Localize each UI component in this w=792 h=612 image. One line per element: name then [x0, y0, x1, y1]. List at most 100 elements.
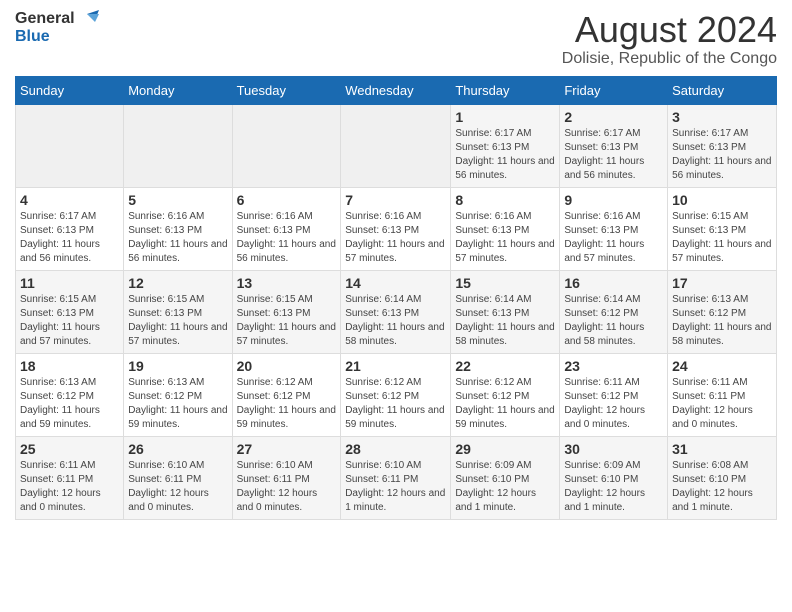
day-number: 24	[672, 358, 772, 374]
day-info: Sunrise: 6:10 AM Sunset: 6:11 PM Dayligh…	[237, 459, 337, 515]
day-info: Sunrise: 6:14 AM Sunset: 6:12 PM Dayligh…	[564, 293, 663, 349]
calendar-cell: 28Sunrise: 6:10 AM Sunset: 6:11 PM Dayli…	[341, 436, 451, 519]
day-info: Sunrise: 6:13 AM Sunset: 6:12 PM Dayligh…	[672, 293, 772, 349]
calendar-week-row: 25Sunrise: 6:11 AM Sunset: 6:11 PM Dayli…	[16, 436, 777, 519]
header-saturday: Saturday	[668, 76, 777, 104]
calendar-week-row: 1 Sunrise: 6:17 AM Sunset: 6:13 PM Daylig…	[16, 104, 777, 187]
logo: General Blue	[15, 10, 99, 46]
day-info: Sunrise: 6:17 AM Sunset: 6:13 PM Dayligh…	[455, 127, 555, 183]
calendar-cell: 8 Sunrise: 6:16 AM Sunset: 6:13 PM Daylig…	[451, 187, 560, 270]
calendar-cell: 1 Sunrise: 6:17 AM Sunset: 6:13 PM Daylig…	[451, 104, 560, 187]
calendar-cell: 6Sunrise: 6:16 AM Sunset: 6:13 PM Daylig…	[232, 187, 341, 270]
calendar-cell: 23 Sunrise: 6:11 AM Sunset: 6:12 PM Dayli…	[560, 353, 668, 436]
day-number: 3	[672, 109, 772, 125]
title-section: August 2024 Dolisie, Republic of the Con…	[562, 10, 777, 68]
logo-general: General	[15, 10, 75, 28]
day-number: 28	[345, 441, 446, 457]
calendar-cell: 2 Sunrise: 6:17 AM Sunset: 6:13 PM Daylig…	[560, 104, 668, 187]
calendar-cell: 21Sunrise: 6:12 AM Sunset: 6:12 PM Dayli…	[341, 353, 451, 436]
day-number: 23	[564, 358, 663, 374]
calendar-cell: 27 Sunrise: 6:10 AM Sunset: 6:11 PM Dayli…	[232, 436, 341, 519]
calendar-cell: 11Sunrise: 6:15 AM Sunset: 6:13 PM Dayli…	[16, 270, 124, 353]
calendar-cell: 26 Sunrise: 6:10 AM Sunset: 6:11 PM Dayli…	[124, 436, 232, 519]
calendar-cell: 25Sunrise: 6:11 AM Sunset: 6:11 PM Dayli…	[16, 436, 124, 519]
calendar-cell: 13 Sunrise: 6:15 AM Sunset: 6:13 PM Dayli…	[232, 270, 341, 353]
calendar-cell: 14 Sunrise: 6:14 AM Sunset: 6:13 PM Dayli…	[341, 270, 451, 353]
calendar-cell: 18 Sunrise: 6:13 AM Sunset: 6:12 PM Dayli…	[16, 353, 124, 436]
calendar-week-row: 4Sunrise: 6:17 AM Sunset: 6:13 PM Daylig…	[16, 187, 777, 270]
header-wednesday: Wednesday	[341, 76, 451, 104]
calendar-cell: 19 Sunrise: 6:13 AM Sunset: 6:12 PM Dayli…	[124, 353, 232, 436]
day-info: Sunrise: 6:11 AM Sunset: 6:12 PM Dayligh…	[564, 376, 663, 432]
day-number: 8	[455, 192, 555, 208]
day-number: 14	[345, 275, 446, 291]
day-info: Sunrise: 6:09 AM Sunset: 6:10 PM Dayligh…	[564, 459, 663, 515]
day-number: 6	[237, 192, 337, 208]
calendar-cell: 31Sunrise: 6:08 AM Sunset: 6:10 PM Dayli…	[668, 436, 777, 519]
header-sunday: Sunday	[16, 76, 124, 104]
calendar-cell: 5 Sunrise: 6:16 AM Sunset: 6:13 PM Daylig…	[124, 187, 232, 270]
day-number: 13	[237, 275, 337, 291]
day-info: Sunrise: 6:16 AM Sunset: 6:13 PM Dayligh…	[128, 210, 227, 266]
day-info: Sunrise: 6:09 AM Sunset: 6:10 PM Dayligh…	[455, 459, 555, 515]
calendar-table: Sunday Monday Tuesday Wednesday Thursday…	[15, 76, 777, 520]
calendar-cell: 24 Sunrise: 6:11 AM Sunset: 6:11 PM Dayli…	[668, 353, 777, 436]
day-info: Sunrise: 6:14 AM Sunset: 6:13 PM Dayligh…	[345, 293, 446, 349]
day-number: 19	[128, 358, 227, 374]
day-info: Sunrise: 6:14 AM Sunset: 6:13 PM Dayligh…	[455, 293, 555, 349]
day-info: Sunrise: 6:15 AM Sunset: 6:13 PM Dayligh…	[128, 293, 227, 349]
day-number: 27	[237, 441, 337, 457]
day-info: Sunrise: 6:15 AM Sunset: 6:13 PM Dayligh…	[672, 210, 772, 266]
calendar-cell	[16, 104, 124, 187]
day-info: Sunrise: 6:12 AM Sunset: 6:12 PM Dayligh…	[237, 376, 337, 432]
day-info: Sunrise: 6:11 AM Sunset: 6:11 PM Dayligh…	[672, 376, 772, 432]
day-info: Sunrise: 6:15 AM Sunset: 6:13 PM Dayligh…	[237, 293, 337, 349]
day-number: 7	[345, 192, 446, 208]
day-number: 12	[128, 275, 227, 291]
logo-bird-icon	[77, 10, 99, 28]
day-number: 10	[672, 192, 772, 208]
day-number: 2	[564, 109, 663, 125]
day-info: Sunrise: 6:16 AM Sunset: 6:13 PM Dayligh…	[455, 210, 555, 266]
subtitle: Dolisie, Republic of the Congo	[562, 50, 777, 68]
day-info: Sunrise: 6:12 AM Sunset: 6:12 PM Dayligh…	[455, 376, 555, 432]
day-info: Sunrise: 6:16 AM Sunset: 6:13 PM Dayligh…	[345, 210, 446, 266]
day-number: 15	[455, 275, 555, 291]
day-number: 5	[128, 192, 227, 208]
day-number: 26	[128, 441, 227, 457]
header-thursday: Thursday	[451, 76, 560, 104]
day-number: 29	[455, 441, 555, 457]
day-info: Sunrise: 6:17 AM Sunset: 6:13 PM Dayligh…	[672, 127, 772, 183]
calendar-cell: 30 Sunrise: 6:09 AM Sunset: 6:10 PM Dayli…	[560, 436, 668, 519]
day-info: Sunrise: 6:08 AM Sunset: 6:10 PM Dayligh…	[672, 459, 772, 515]
calendar-cell: 3 Sunrise: 6:17 AM Sunset: 6:13 PM Daylig…	[668, 104, 777, 187]
calendar-cell: 10 Sunrise: 6:15 AM Sunset: 6:13 PM Dayli…	[668, 187, 777, 270]
calendar-cell	[232, 104, 341, 187]
header-tuesday: Tuesday	[232, 76, 341, 104]
day-number: 30	[564, 441, 663, 457]
calendar-cell: 12 Sunrise: 6:15 AM Sunset: 6:13 PM Dayli…	[124, 270, 232, 353]
calendar-cell: 20Sunrise: 6:12 AM Sunset: 6:12 PM Dayli…	[232, 353, 341, 436]
calendar-week-row: 18 Sunrise: 6:13 AM Sunset: 6:12 PM Dayli…	[16, 353, 777, 436]
calendar-cell: 16Sunrise: 6:14 AM Sunset: 6:12 PM Dayli…	[560, 270, 668, 353]
day-info: Sunrise: 6:13 AM Sunset: 6:12 PM Dayligh…	[128, 376, 227, 432]
calendar-cell: 9Sunrise: 6:16 AM Sunset: 6:13 PM Daylig…	[560, 187, 668, 270]
day-info: Sunrise: 6:16 AM Sunset: 6:13 PM Dayligh…	[564, 210, 663, 266]
calendar-cell: 4Sunrise: 6:17 AM Sunset: 6:13 PM Daylig…	[16, 187, 124, 270]
day-info: Sunrise: 6:17 AM Sunset: 6:13 PM Dayligh…	[564, 127, 663, 183]
day-number: 21	[345, 358, 446, 374]
day-number: 1	[455, 109, 555, 125]
day-number: 18	[20, 358, 119, 374]
day-info: Sunrise: 6:13 AM Sunset: 6:12 PM Dayligh…	[20, 376, 119, 432]
header-friday: Friday	[560, 76, 668, 104]
calendar-header-row: Sunday Monday Tuesday Wednesday Thursday…	[16, 76, 777, 104]
calendar-cell: 29 Sunrise: 6:09 AM Sunset: 6:10 PM Dayli…	[451, 436, 560, 519]
calendar-cell	[124, 104, 232, 187]
calendar-cell: 22 Sunrise: 6:12 AM Sunset: 6:12 PM Dayli…	[451, 353, 560, 436]
day-number: 17	[672, 275, 772, 291]
day-info: Sunrise: 6:10 AM Sunset: 6:11 PM Dayligh…	[128, 459, 227, 515]
day-info: Sunrise: 6:11 AM Sunset: 6:11 PM Dayligh…	[20, 459, 119, 515]
calendar-week-row: 11Sunrise: 6:15 AM Sunset: 6:13 PM Dayli…	[16, 270, 777, 353]
day-number: 4	[20, 192, 119, 208]
day-number: 22	[455, 358, 555, 374]
